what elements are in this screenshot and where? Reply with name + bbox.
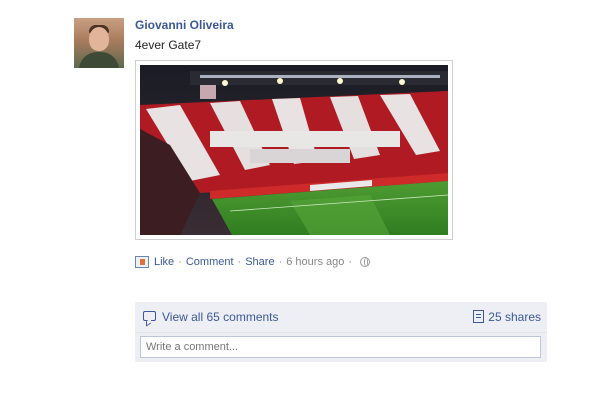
status-text: 4ever Gate7 bbox=[135, 38, 202, 52]
author-name-link[interactable]: Giovanni Oliveira bbox=[135, 18, 234, 32]
like-link[interactable]: Like bbox=[154, 256, 174, 268]
avatar-head bbox=[89, 27, 109, 51]
stadium-photo-image bbox=[140, 65, 448, 235]
comment-link[interactable]: Comment bbox=[186, 256, 234, 268]
comments-panel: View all 65 comments 25 shares bbox=[135, 302, 547, 362]
post-actions: Like · Comment · Share · 6 hours ago · bbox=[135, 256, 371, 268]
author-avatar[interactable] bbox=[74, 18, 124, 68]
separator-dot: · bbox=[237, 256, 242, 268]
globe-icon[interactable] bbox=[360, 257, 371, 267]
view-all-comments-link[interactable]: View all 65 comments bbox=[162, 310, 279, 324]
comment-bubble-icon bbox=[143, 311, 156, 321]
separator-dot: · bbox=[178, 256, 182, 268]
separator-dot: · bbox=[348, 256, 353, 268]
avatar-shirt bbox=[79, 52, 119, 68]
write-comment-input[interactable] bbox=[140, 336, 541, 358]
post-timestamp[interactable]: 6 hours ago bbox=[286, 256, 344, 268]
like-icon[interactable] bbox=[135, 256, 149, 268]
shares-count-link[interactable]: 25 shares bbox=[488, 310, 541, 324]
share-document-icon bbox=[473, 310, 484, 323]
separator-dot: · bbox=[278, 256, 283, 268]
comments-summary-row: View all 65 comments 25 shares bbox=[135, 302, 547, 333]
share-link[interactable]: Share bbox=[245, 256, 274, 268]
post-photo[interactable] bbox=[135, 60, 453, 240]
